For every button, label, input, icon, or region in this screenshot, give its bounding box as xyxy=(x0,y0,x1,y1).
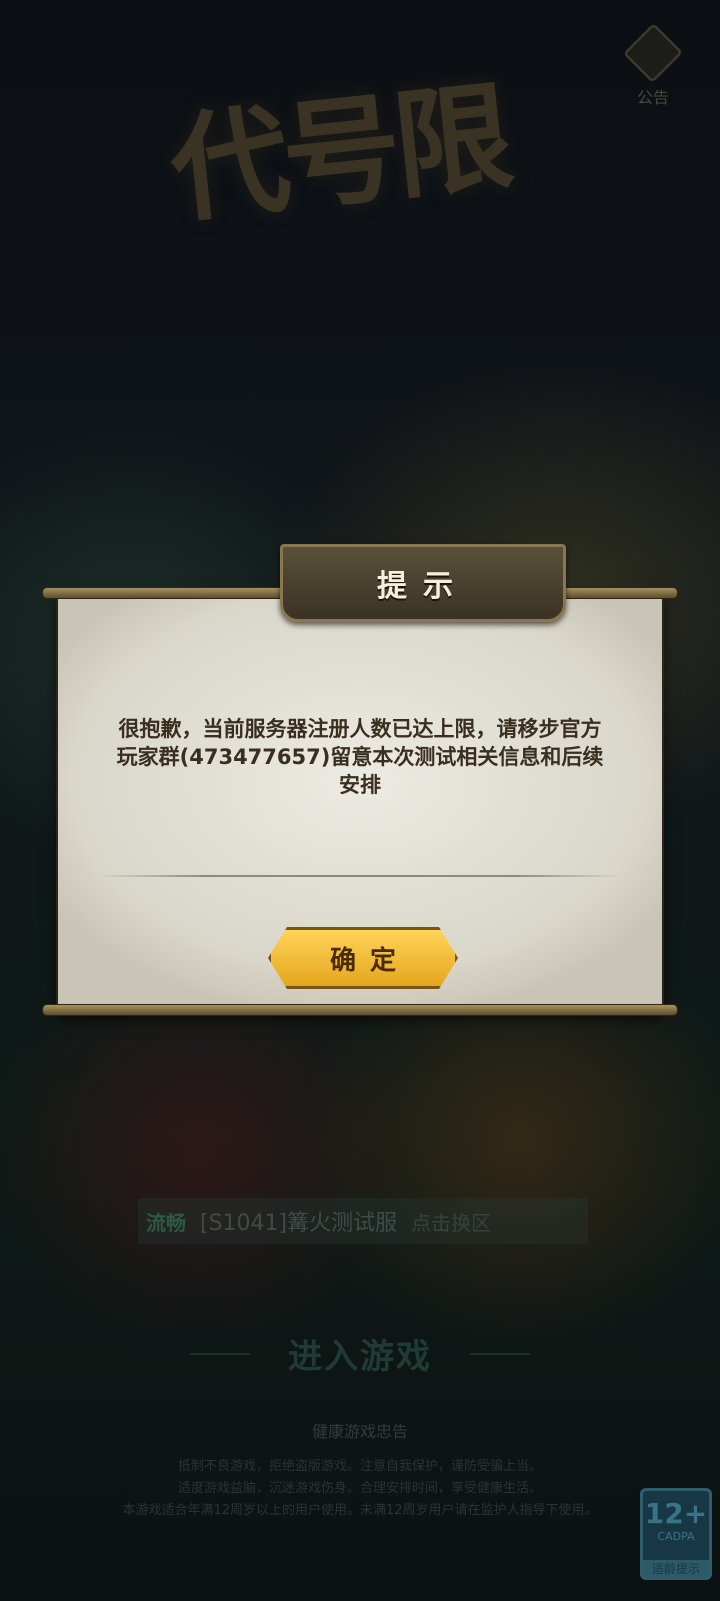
enter-game-button[interactable]: 进入游戏 xyxy=(190,1325,530,1381)
notice-button[interactable]: 公告 xyxy=(618,23,688,108)
age-rating-number: 12+ xyxy=(644,1497,708,1530)
server-name: [S1041]篝火测试服 xyxy=(200,1211,398,1236)
alert-dialog: 很抱歉，当前服务器注册人数已达上限，请移步官方玩家群(473477657)留意本… xyxy=(42,544,678,1016)
age-rating-tip: 适龄提示 xyxy=(643,1560,709,1577)
age-rating-org: CADPA xyxy=(657,1530,695,1543)
dialog-panel: 很抱歉，当前服务器注册人数已达上限，请移步官方玩家群(473477657)留意本… xyxy=(42,587,678,1016)
health-title: 健康游戏忠告 xyxy=(311,1422,408,1441)
health-line: 本游戏适合年满12周岁以上的用户使用。未满12周岁用户请在监护人指导下使用。 xyxy=(122,1503,598,1518)
dialog-title-plate: 提示 xyxy=(280,544,566,622)
confirm-button[interactable]: 确定 xyxy=(268,927,458,989)
health-line: 适度游戏益脑，沉迷游戏伤身。合理安排时间，享受健康生活。 xyxy=(177,1481,542,1496)
age-rating-badge[interactable]: 12+ CADPA 适龄提示 xyxy=(640,1488,712,1580)
notice-icon xyxy=(623,23,683,83)
notice-label: 公告 xyxy=(636,88,669,107)
health-advisory: 健康游戏忠告 抵制不良游戏，拒绝盗版游戏。注意自我保护，谨防受骗上当。 适度游戏… xyxy=(80,1418,640,1522)
confirm-button-label: 确定 xyxy=(329,945,410,976)
server-selector[interactable]: 流畅 [S1041]篝火测试服 点击换区 xyxy=(138,1198,588,1244)
health-line: 抵制不良游戏，拒绝盗版游戏。注意自我保护，谨防受骗上当。 xyxy=(177,1459,542,1474)
dialog-bottom-rail xyxy=(42,1004,678,1016)
dialog-message: 很抱歉，当前服务器注册人数已达上限，请移步官方玩家群(473477657)留意本… xyxy=(116,717,604,797)
server-status-badge: 流畅 xyxy=(146,1210,186,1235)
dialog-divider xyxy=(98,875,622,877)
dialog-title: 提示 xyxy=(377,569,469,604)
switch-server-link[interactable]: 点击换区 xyxy=(411,1207,491,1236)
